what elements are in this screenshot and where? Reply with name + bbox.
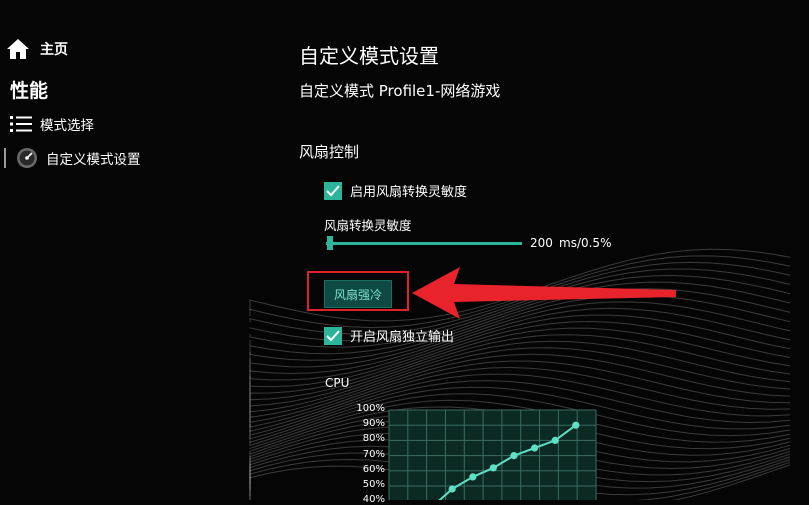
chart-point[interactable] bbox=[448, 485, 456, 493]
chart-point[interactable] bbox=[489, 464, 497, 472]
chart-point[interactable] bbox=[510, 452, 518, 460]
chart-point[interactable] bbox=[469, 473, 477, 481]
chart-point[interactable] bbox=[572, 421, 580, 429]
cpu-fan-curve-chart bbox=[388, 409, 597, 500]
chart-point[interactable] bbox=[531, 444, 539, 452]
chart-point[interactable] bbox=[551, 436, 559, 444]
